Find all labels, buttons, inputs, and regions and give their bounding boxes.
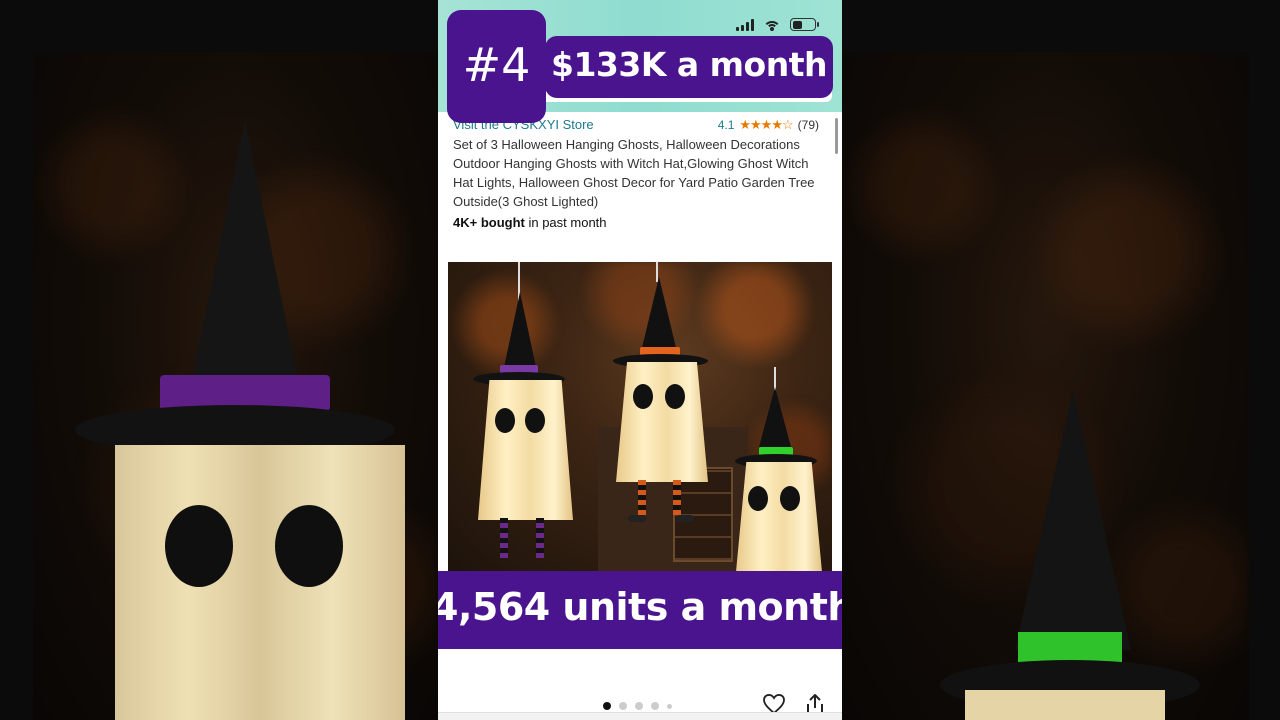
revenue-per-month: $133K a month (551, 45, 827, 84)
background-witch-hat-right (1015, 390, 1131, 650)
product-title: Set of 3 Halloween Hanging Ghosts, Hallo… (453, 137, 815, 209)
background-ghost-eye (165, 505, 233, 587)
carousel-dot[interactable] (667, 703, 672, 709)
rating[interactable]: 4.1 ★★★★☆ (79) (718, 117, 819, 133)
carousel-dot[interactable] (635, 702, 643, 710)
ghost-eye (665, 384, 685, 409)
background-witch-hat (190, 120, 300, 390)
ghost-figure (478, 380, 573, 520)
ghost-figure (616, 362, 708, 482)
units-per-month: 4,564 units a month (438, 585, 842, 629)
ghost-eye (633, 384, 653, 409)
units-overlay-banner: 4,564 units a month (438, 571, 842, 649)
revenue-badge: $133K a month (545, 36, 833, 98)
bottom-bar (438, 712, 842, 720)
ghost-eye (780, 486, 800, 511)
review-count: (79) (797, 118, 819, 132)
bought-count-bold: 4K+ bought (453, 215, 525, 230)
background-ghost-eye (275, 505, 343, 587)
product-image[interactable] (448, 262, 832, 572)
witch-hat (759, 387, 791, 447)
carousel-dot[interactable] (619, 702, 627, 710)
background-ghost-right (965, 690, 1165, 720)
battery-icon (790, 18, 819, 31)
background-ghost (115, 445, 405, 720)
star-rating-icon: ★★★★☆ (739, 117, 793, 132)
rank-number: #4 (462, 38, 531, 92)
ghost-eye (748, 486, 768, 511)
carousel-dot[interactable] (651, 702, 659, 710)
rating-value: 4.1 (717, 118, 735, 132)
bought-count: 4K+ bought in past month (453, 215, 607, 230)
cellular-signal-icon (736, 18, 754, 31)
wifi-icon (764, 19, 780, 31)
carousel-dots[interactable] (603, 702, 672, 710)
ghost-figure (736, 462, 822, 572)
witch-hat (641, 277, 677, 352)
scrollbar[interactable] (835, 118, 838, 154)
ghost-eye (525, 408, 545, 433)
rank-badge: #4 (447, 10, 546, 123)
witch-hat (503, 292, 537, 372)
ghost-eye (495, 408, 515, 433)
carousel-dot[interactable] (603, 702, 611, 710)
status-bar (736, 18, 819, 31)
bought-count-rest: in past month (524, 215, 607, 230)
